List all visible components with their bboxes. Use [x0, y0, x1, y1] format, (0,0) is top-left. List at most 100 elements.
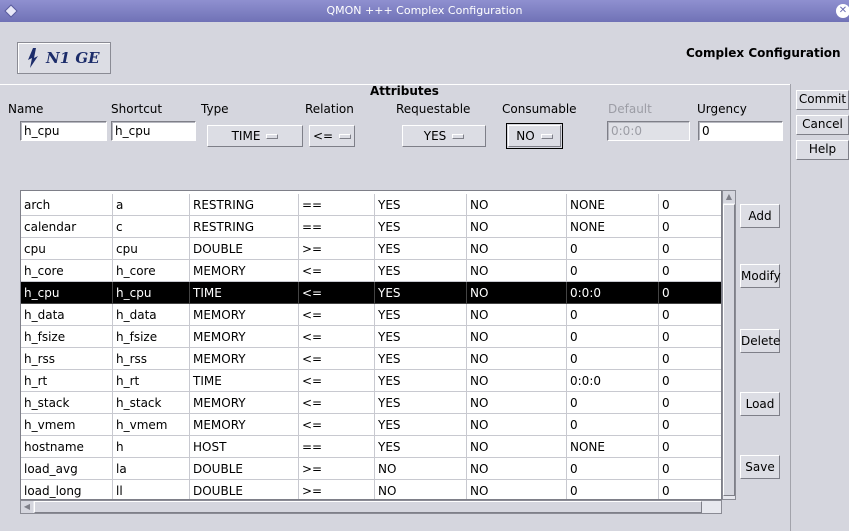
table-cell: YES — [375, 414, 467, 436]
table-cell: 0 — [567, 260, 659, 282]
type-select[interactable]: TIME — [207, 125, 303, 147]
type-select-value: TIME — [231, 129, 261, 143]
relation-select[interactable]: <= — [309, 125, 355, 147]
consumable-label: Consumable — [502, 102, 577, 116]
table-row[interactable]: h_rt h_rt TIME <= YES NO 0:0:0 0 — [21, 370, 721, 392]
table-cell: h_vmem — [21, 414, 113, 436]
commit-button[interactable]: Commit — [796, 90, 849, 110]
table-cell: h_stack — [113, 392, 190, 414]
table-cell: NONE — [567, 436, 659, 458]
diamond-icon[interactable] — [4, 4, 18, 18]
table-row[interactable]: h_rss h_rss MEMORY <= YES NO 0 0 — [21, 348, 721, 370]
consumable-select[interactable]: NO — [506, 123, 563, 149]
table-cell: 0 — [659, 194, 721, 216]
table-cell: MEMORY — [190, 414, 299, 436]
table-row[interactable]: h_core h_core MEMORY <= YES NO 0 0 — [21, 260, 721, 282]
table-row[interactable]: calendar c RESTRING == YES NO NONE 0 — [21, 216, 721, 238]
table-cell: h_rss — [113, 348, 190, 370]
table-cell: 0 — [659, 392, 721, 414]
shortcut-field[interactable]: h_cpu — [111, 121, 196, 141]
table-cell: TIME — [190, 370, 299, 392]
help-button[interactable]: Help — [796, 140, 849, 160]
urgency-field[interactable]: 0 — [698, 121, 783, 141]
table-row[interactable]: h_vmem h_vmem MEMORY <= YES NO 0 0 — [21, 414, 721, 436]
table-cell: DOUBLE — [190, 480, 299, 499]
window-titlebar[interactable]: QMON +++ Complex Configuration — [0, 0, 849, 22]
table-cell: <= — [299, 414, 375, 436]
vertical-scroll-thumb[interactable] — [723, 204, 735, 496]
table-cell: h_rt — [21, 370, 113, 392]
table-cell: cpu — [21, 238, 113, 260]
table-cell: c — [113, 216, 190, 238]
table-cell: a — [113, 194, 190, 216]
table-row[interactable]: arch a RESTRING == YES NO NONE 0 — [21, 194, 721, 216]
table-row[interactable]: h_cpu h_cpu TIME <= YES NO 0:0:0 0 — [21, 282, 721, 304]
table-cell: h_fsize — [113, 326, 190, 348]
table-cell: 0 — [567, 392, 659, 414]
table-cell: NO — [375, 480, 467, 499]
table-cell: YES — [375, 304, 467, 326]
attributes-heading: Attributes — [370, 84, 439, 98]
horizontal-scroll-thumb[interactable] — [34, 501, 702, 513]
table-cell: 0 — [659, 348, 721, 370]
table-cell: NO — [467, 216, 567, 238]
modify-button[interactable]: Modify — [740, 264, 781, 288]
table-cell: h_rt — [113, 370, 190, 392]
page-title: Complex Configuration — [686, 46, 841, 60]
table-cell: h — [113, 436, 190, 458]
table-cell: h_data — [113, 304, 190, 326]
table-cell: RESTRING — [190, 194, 299, 216]
table-cell: NONE — [567, 194, 659, 216]
table-row[interactable]: cpu cpu DOUBLE >= YES NO 0 0 — [21, 238, 721, 260]
close-icon[interactable]: ✕ — [836, 4, 849, 18]
table-row[interactable]: h_stack h_stack MEMORY <= YES NO 0 0 — [21, 392, 721, 414]
table-row[interactable]: load_avg la DOUBLE >= NO NO 0 0 — [21, 458, 721, 480]
complex-attributes-table[interactable]: arch a RESTRING == YES NO NONE 0 calendar c RESTRI… — [20, 190, 722, 500]
table-cell: NO — [467, 282, 567, 304]
table-cell: 0 — [567, 348, 659, 370]
table-cell: 0 — [567, 238, 659, 260]
table-cell: NO — [467, 326, 567, 348]
table-cell: 0 — [567, 304, 659, 326]
table-cell: == — [299, 436, 375, 458]
table-cell: == — [299, 216, 375, 238]
scroll-left-icon[interactable]: ◀ — [21, 501, 33, 513]
table-row[interactable]: h_fsize h_fsize MEMORY <= YES NO 0 0 — [21, 326, 721, 348]
table-cell: MEMORY — [190, 260, 299, 282]
table-cell: h_cpu — [113, 282, 190, 304]
save-button[interactable]: Save — [740, 455, 780, 479]
load-button[interactable]: Load — [740, 392, 780, 416]
requestable-label: Requestable — [396, 102, 471, 116]
table-cell: YES — [375, 282, 467, 304]
name-field[interactable]: h_cpu — [20, 121, 107, 141]
table-cell: cpu — [113, 238, 190, 260]
table-cell: NO — [467, 348, 567, 370]
table-row[interactable]: load_long ll DOUBLE >= NO NO 0 0 — [21, 480, 721, 499]
table-cell: NO — [467, 480, 567, 499]
table-cell: <= — [299, 260, 375, 282]
name-label: Name — [8, 102, 44, 116]
n1ge-logo-icon — [28, 48, 38, 68]
table-cell: h_fsize — [21, 326, 113, 348]
table-cell: ll — [113, 480, 190, 499]
delete-button[interactable]: Delete — [740, 329, 780, 353]
requestable-select[interactable]: YES — [402, 125, 486, 147]
table-cell: calendar — [21, 216, 113, 238]
cancel-button[interactable]: Cancel — [796, 115, 849, 135]
table-row[interactable]: hostname h HOST == YES NO NONE 0 — [21, 436, 721, 458]
table-cell: NO — [467, 414, 567, 436]
consumable-select-value: NO — [516, 129, 535, 143]
table-cell: 0 — [659, 370, 721, 392]
table-cell: NO — [467, 238, 567, 260]
table-cell: <= — [299, 282, 375, 304]
table-cell: YES — [375, 194, 467, 216]
table-cell: <= — [299, 326, 375, 348]
table-row[interactable]: h_data h_data MEMORY <= YES NO 0 0 — [21, 304, 721, 326]
table-cell: 0 — [659, 282, 721, 304]
table-cell: NO — [467, 436, 567, 458]
table-cell: h_core — [21, 260, 113, 282]
add-button[interactable]: Add — [740, 204, 780, 228]
table-cell: YES — [375, 326, 467, 348]
scroll-up-icon[interactable]: ▲ — [723, 191, 735, 203]
table-cell: YES — [375, 392, 467, 414]
